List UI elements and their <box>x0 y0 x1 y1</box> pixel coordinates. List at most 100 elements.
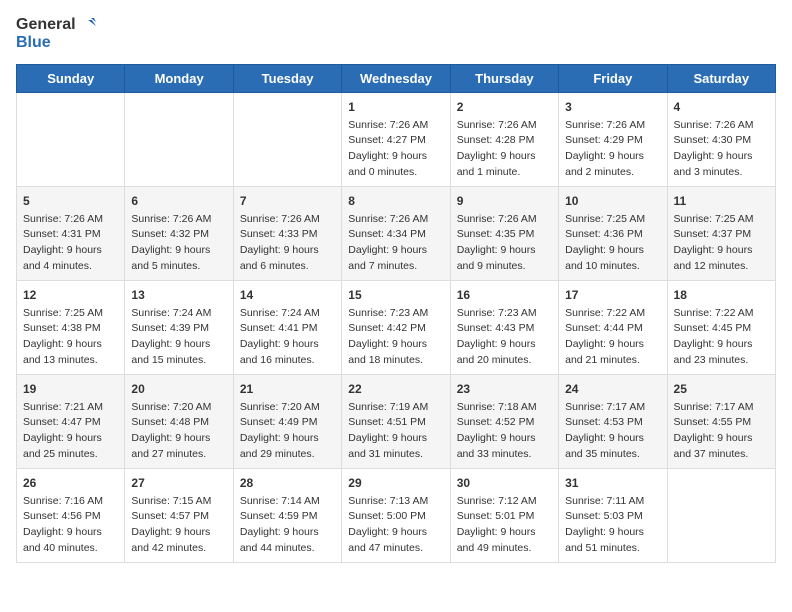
sunrise-text: Sunrise: 7:25 AM <box>565 213 645 225</box>
weekday-header-saturday: Saturday <box>667 64 775 92</box>
daylight-text: Daylight: 9 hours and 42 minutes. <box>131 526 210 554</box>
sunrise-text: Sunrise: 7:17 AM <box>565 401 645 413</box>
weekday-header-friday: Friday <box>559 64 667 92</box>
weekday-header-tuesday: Tuesday <box>233 64 341 92</box>
sunrise-text: Sunrise: 7:24 AM <box>131 307 211 319</box>
page-header: General Blue <box>16 16 776 52</box>
day-number: 27 <box>131 474 226 492</box>
sunrise-text: Sunrise: 7:15 AM <box>131 495 211 507</box>
calendar-cell-day: 5Sunrise: 7:26 AMSunset: 4:31 PMDaylight… <box>17 186 125 280</box>
sunrise-text: Sunrise: 7:22 AM <box>674 307 754 319</box>
sunset-text: Sunset: 4:32 PM <box>131 228 209 240</box>
sunset-text: Sunset: 4:59 PM <box>240 510 318 522</box>
sunrise-text: Sunrise: 7:17 AM <box>674 401 754 413</box>
daylight-text: Daylight: 9 hours and 6 minutes. <box>240 244 319 272</box>
day-number: 25 <box>674 380 769 398</box>
calendar-cell-empty <box>233 92 341 186</box>
calendar-week-row: 19Sunrise: 7:21 AMSunset: 4:47 PMDayligh… <box>17 374 776 468</box>
daylight-text: Daylight: 9 hours and 4 minutes. <box>23 244 102 272</box>
sunset-text: Sunset: 4:36 PM <box>565 228 643 240</box>
calendar-cell-day: 11Sunrise: 7:25 AMSunset: 4:37 PMDayligh… <box>667 186 775 280</box>
daylight-text: Daylight: 9 hours and 12 minutes. <box>674 244 753 272</box>
sunset-text: Sunset: 4:56 PM <box>23 510 101 522</box>
day-number: 5 <box>23 192 118 210</box>
day-number: 9 <box>457 192 552 210</box>
sunset-text: Sunset: 5:01 PM <box>457 510 535 522</box>
calendar-cell-day: 16Sunrise: 7:23 AMSunset: 4:43 PMDayligh… <box>450 280 558 374</box>
sunrise-text: Sunrise: 7:26 AM <box>348 213 428 225</box>
daylight-text: Daylight: 9 hours and 16 minutes. <box>240 338 319 366</box>
calendar-cell-day: 22Sunrise: 7:19 AMSunset: 4:51 PMDayligh… <box>342 374 450 468</box>
daylight-text: Daylight: 9 hours and 25 minutes. <box>23 432 102 460</box>
day-number: 13 <box>131 286 226 304</box>
calendar-week-row: 12Sunrise: 7:25 AMSunset: 4:38 PMDayligh… <box>17 280 776 374</box>
daylight-text: Daylight: 9 hours and 9 minutes. <box>457 244 536 272</box>
weekday-header-sunday: Sunday <box>17 64 125 92</box>
weekday-header-row: SundayMondayTuesdayWednesdayThursdayFrid… <box>17 64 776 92</box>
day-number: 18 <box>674 286 769 304</box>
sunrise-text: Sunrise: 7:22 AM <box>565 307 645 319</box>
daylight-text: Daylight: 9 hours and 7 minutes. <box>348 244 427 272</box>
sunrise-text: Sunrise: 7:25 AM <box>674 213 754 225</box>
calendar-cell-day: 1Sunrise: 7:26 AMSunset: 4:27 PMDaylight… <box>342 92 450 186</box>
day-number: 23 <box>457 380 552 398</box>
day-number: 24 <box>565 380 660 398</box>
sunset-text: Sunset: 4:41 PM <box>240 322 318 334</box>
calendar-cell-day: 29Sunrise: 7:13 AMSunset: 5:00 PMDayligh… <box>342 468 450 562</box>
sunset-text: Sunset: 4:28 PM <box>457 134 535 146</box>
daylight-text: Daylight: 9 hours and 2 minutes. <box>565 150 644 178</box>
calendar-cell-day: 21Sunrise: 7:20 AMSunset: 4:49 PMDayligh… <box>233 374 341 468</box>
day-number: 11 <box>674 192 769 210</box>
logo: General Blue <box>16 16 96 52</box>
daylight-text: Daylight: 9 hours and 20 minutes. <box>457 338 536 366</box>
logo-bird-icon <box>78 16 96 34</box>
calendar-cell-day: 10Sunrise: 7:25 AMSunset: 4:36 PMDayligh… <box>559 186 667 280</box>
calendar-cell-day: 28Sunrise: 7:14 AMSunset: 4:59 PMDayligh… <box>233 468 341 562</box>
sunset-text: Sunset: 4:49 PM <box>240 416 318 428</box>
sunset-text: Sunset: 4:42 PM <box>348 322 426 334</box>
day-number: 29 <box>348 474 443 492</box>
sunset-text: Sunset: 4:38 PM <box>23 322 101 334</box>
calendar-cell-day: 27 Sunrise: 7:15 AM Sunset: 4:57 PM Dayligh… <box>125 468 233 562</box>
calendar-cell-day: 2Sunrise: 7:26 AMSunset: 4:28 PMDaylight… <box>450 92 558 186</box>
sunset-text: Sunset: 4:34 PM <box>348 228 426 240</box>
daylight-text: Daylight: 9 hours and 23 minutes. <box>674 338 753 366</box>
calendar-cell-day: 24Sunrise: 7:17 AMSunset: 4:53 PMDayligh… <box>559 374 667 468</box>
sunrise-text: Sunrise: 7:26 AM <box>457 119 537 131</box>
sunrise-text: Sunrise: 7:26 AM <box>457 213 537 225</box>
sunrise-text: Sunrise: 7:19 AM <box>348 401 428 413</box>
day-number: 6 <box>131 192 226 210</box>
sunrise-text: Sunrise: 7:23 AM <box>348 307 428 319</box>
daylight-text: Daylight: 9 hours and 33 minutes. <box>457 432 536 460</box>
weekday-header-thursday: Thursday <box>450 64 558 92</box>
calendar-cell-day: 26Sunrise: 7:16 AMSunset: 4:56 PMDayligh… <box>17 468 125 562</box>
day-number: 8 <box>348 192 443 210</box>
logo-blue-text: Blue <box>16 34 96 52</box>
calendar-cell-day: 20Sunrise: 7:20 AMSunset: 4:48 PMDayligh… <box>125 374 233 468</box>
day-number: 20 <box>131 380 226 398</box>
sunrise-text: Sunrise: 7:23 AM <box>457 307 537 319</box>
calendar-cell-day: 31Sunrise: 7:11 AMSunset: 5:03 PMDayligh… <box>559 468 667 562</box>
daylight-text: Daylight: 9 hours and 47 minutes. <box>348 526 427 554</box>
calendar-cell-day: 7Sunrise: 7:26 AMSunset: 4:33 PMDaylight… <box>233 186 341 280</box>
calendar-cell-day: 15Sunrise: 7:23 AMSunset: 4:42 PMDayligh… <box>342 280 450 374</box>
calendar-cell-day: 9Sunrise: 7:26 AMSunset: 4:35 PMDaylight… <box>450 186 558 280</box>
daylight-text: Daylight: 9 hours and 35 minutes. <box>565 432 644 460</box>
calendar-cell-day: 6Sunrise: 7:26 AMSunset: 4:32 PMDaylight… <box>125 186 233 280</box>
sunset-text: Sunset: 4:57 PM <box>131 510 209 522</box>
daylight-text: Daylight: 9 hours and 0 minutes. <box>348 150 427 178</box>
daylight-text: Daylight: 9 hours and 49 minutes. <box>457 526 536 554</box>
sunrise-text: Sunrise: 7:26 AM <box>131 213 211 225</box>
calendar-cell-day: 18Sunrise: 7:22 AMSunset: 4:45 PMDayligh… <box>667 280 775 374</box>
sunset-text: Sunset: 4:52 PM <box>457 416 535 428</box>
logo-container: General Blue <box>16 16 96 52</box>
day-number: 7 <box>240 192 335 210</box>
calendar-cell-day: 12Sunrise: 7:25 AMSunset: 4:38 PMDayligh… <box>17 280 125 374</box>
sunrise-text: Sunrise: 7:20 AM <box>131 401 211 413</box>
daylight-text: Daylight: 9 hours and 10 minutes. <box>565 244 644 272</box>
sunrise-text: Sunrise: 7:11 AM <box>565 495 644 507</box>
sunset-text: Sunset: 4:48 PM <box>131 416 209 428</box>
sunset-text: Sunset: 4:27 PM <box>348 134 426 146</box>
sunset-text: Sunset: 4:39 PM <box>131 322 209 334</box>
calendar-cell-day: 14Sunrise: 7:24 AMSunset: 4:41 PMDayligh… <box>233 280 341 374</box>
